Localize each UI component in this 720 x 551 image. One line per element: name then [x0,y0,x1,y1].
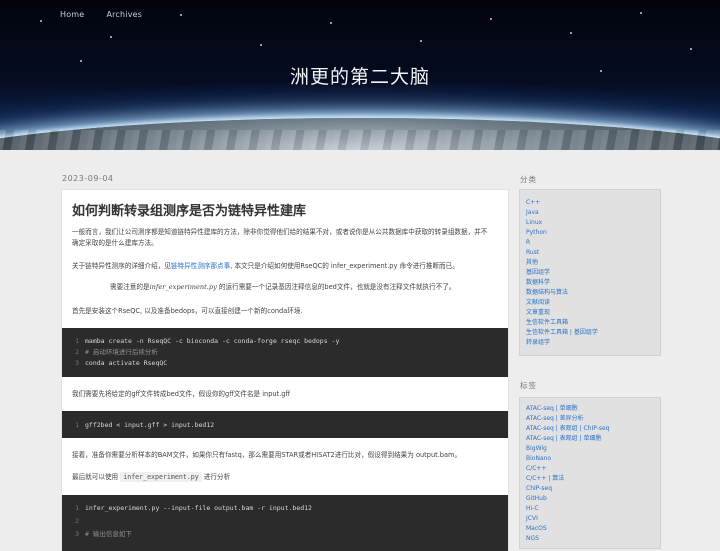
text: , 本文只是介绍如何使用RseQC的 infer_experiment.py 命… [230,262,459,270]
category-link[interactable]: C++ [526,198,540,207]
star [690,48,692,50]
nav-home-link[interactable]: Home [60,10,84,19]
tag-link[interactable]: BigWig [526,444,547,453]
tags-box: ATAC-seq | 单细胞 ATAC-seq | 差异分析 ATAC-seq … [519,397,661,549]
star [640,12,642,14]
paragraph-bam: 接着，准备你需要分析样本的BAM文件，如果你只有fastq，那么需要用STAR或… [72,451,462,459]
text: 关于链特异性测序的详细介绍，见 [72,262,171,270]
star [490,18,492,20]
code-block-gff2bed[interactable]: 1 gff2bed < input.gff > input.bed12 [62,411,508,438]
code-comment: # 输出信息如下 [85,530,132,538]
category-link[interactable]: 其他 [526,258,538,267]
post-title[interactable]: 如何判断转录组测序是否为链特异性建库 [72,200,306,219]
category-link[interactable]: 生信软件工具箱 | 基因组学 [526,328,598,337]
line-number: 1 [75,504,79,512]
category-link[interactable]: 文献阅读 [526,298,550,307]
code-text: conda activate RseqQC [85,359,168,367]
cloud-band [0,130,720,150]
category-link[interactable]: 转录组学 [526,338,550,347]
categories-box: C++ Java Linux Python R Rust 其他 基因组学 数据科… [519,189,661,356]
top-nav: Home Archives [60,10,142,19]
star [180,14,182,16]
category-link[interactable]: Rust [526,248,539,257]
line-number: 1 [75,421,79,429]
post-card: 如何判断转录组测序是否为链特异性建库 一般而言，我们让公司测序都是知道链特异性建… [61,189,509,551]
script-name: infer_experiment.py [149,283,217,291]
category-link[interactable]: 文章重现 [526,308,550,317]
code-text: infer_experiment.py --input-file output.… [85,504,312,512]
tag-link[interactable]: NGS [526,534,539,543]
code-block-install[interactable]: 1 mamba create -n RseqQC -c bioconda -c c… [62,328,508,377]
line-number: 2 [75,348,79,356]
site-title[interactable]: 洲更的第二大脑 [0,62,720,89]
paragraph-link: 关于链特异性测序的详细介绍，见链特异性测序那点事, 本文只是介绍如何使用RseQ… [72,261,492,272]
tags-heading: 标签 [520,381,537,390]
category-link[interactable]: Java [526,208,539,217]
category-link[interactable]: 数据结构与算法 [526,288,568,297]
tag-link[interactable]: ChIP-seq [526,484,552,493]
tag-link[interactable]: ATAC-seq | 单细胞 [526,404,578,413]
star [40,20,42,22]
code-block-infer[interactable]: 1 infer_experiment.py --input-file output… [62,495,508,551]
tag-link[interactable]: BioNano [526,454,551,463]
tag-link[interactable]: C/C++ [526,464,546,473]
category-link[interactable]: 基因组学 [526,268,550,277]
text: 最后就可以使用 [72,473,121,481]
line-number: 1 [75,337,79,345]
category-link[interactable]: R [526,238,530,247]
line-number: 3 [75,530,79,538]
tag-link[interactable]: JCVI [526,514,538,523]
code-comment: # 启动环境进行后续分析 [85,348,158,356]
paragraph-gff: 我们需要先将给定的gff文件转成bed文件，假设你的gff文件名是 input.… [72,390,291,398]
paragraph-run: 最后就可以使用 infer_experiment.py 进行分析 [72,472,492,483]
line-number: 3 [75,359,79,367]
nav-archives-link[interactable]: Archives [106,10,142,19]
tag-link[interactable]: ATAC-seq | 表观组 | ChIP-seq [526,424,610,433]
line-number: 2 [75,517,79,525]
tag-link[interactable]: ATAC-seq | 差异分析 [526,414,584,423]
paragraph-install: 首先是安装这个RseQC, 以及准备bedops，可以直接创建一个新的conda… [72,307,303,315]
tag-link[interactable]: GitHub [526,494,547,503]
inline-code: infer_experiment.py [120,472,202,482]
text: 进行分析 [201,473,231,481]
text: 需要注意的是 [110,283,150,291]
text: 的运行需要一个记录基因注释信息的bed文件，也就是没有注释文件就执行不了。 [216,283,456,291]
category-link[interactable]: 生信软件工具箱 [526,318,568,327]
tag-link[interactable]: ATAC-seq | 表观组 | 单细胞 [526,434,602,443]
tag-link[interactable]: Hi-C [526,504,539,513]
code-text: mamba create -n RseqQC -c bioconda -c co… [85,337,340,345]
categories-heading: 分类 [520,175,537,184]
star [330,22,332,24]
category-link[interactable]: Python [526,228,547,237]
paragraph-note: 需要注意的是infer_experiment.py 的运行需要一个记录基因注释信… [110,282,490,293]
star [420,40,422,42]
tag-link[interactable]: C/C++ | 算法 [526,474,564,483]
category-link[interactable]: 数据科学 [526,278,550,287]
tag-link[interactable]: MacOS [526,524,547,533]
post-date: 2023-09-04 [62,174,114,183]
star [570,32,572,34]
site-header: Home Archives 洲更的第二大脑 [0,0,720,150]
category-link[interactable]: Linux [526,218,542,227]
star [260,44,262,46]
strand-specific-article-link[interactable]: 链特异性测序那点事 [171,262,230,270]
code-text: gff2bed < input.gff > input.bed12 [85,421,215,429]
star [110,36,112,38]
paragraph-intro: 一般而言，我们让公司测序都是知道链特异性建库的方法，除非你觉得他们给的结果不对，… [72,228,488,247]
